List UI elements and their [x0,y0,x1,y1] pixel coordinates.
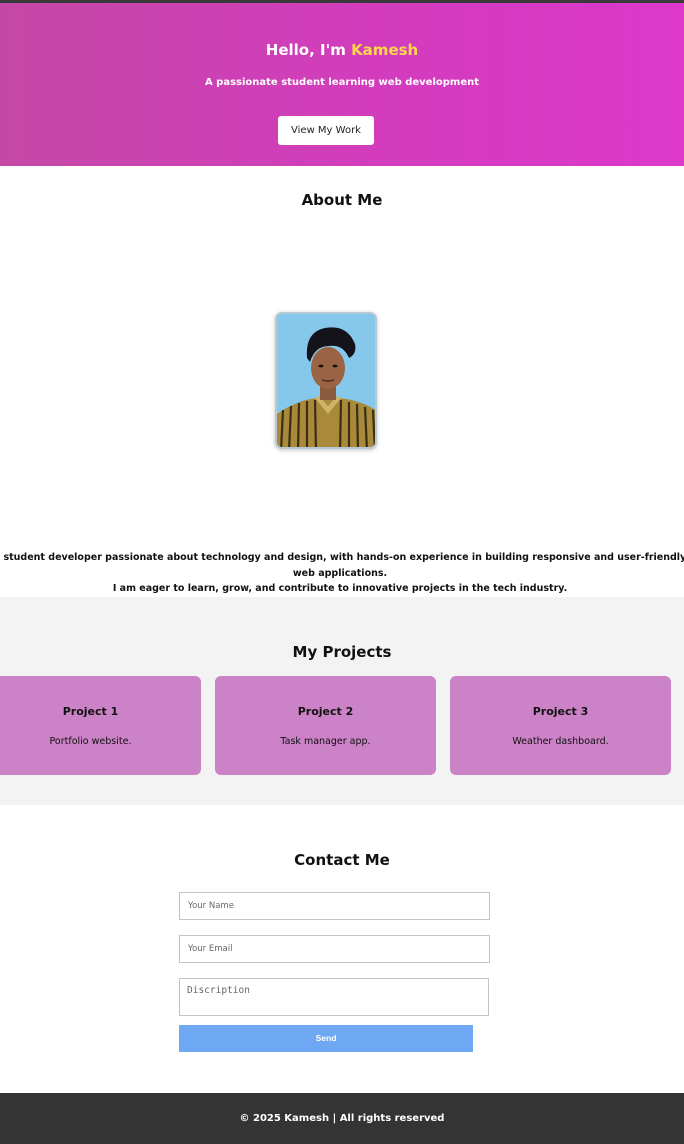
project-title: Project 2 [297,705,354,718]
project-title: Project 3 [532,705,589,718]
send-button[interactable]: Send [179,1025,473,1052]
footer: © 2025 Kamesh | All rights reserved [0,1093,684,1144]
projects-section: My Projects Project 1 Portfolio website.… [0,597,684,805]
projects-title: My Projects [292,643,392,661]
view-my-work-button[interactable]: View My Work [278,116,374,145]
about-line-1: a student developer passionate about tec… [0,552,684,579]
about-line-2: I am eager to learn, grow, and contribut… [112,583,568,594]
project-title: Project 1 [62,705,119,718]
name-field[interactable] [179,892,490,920]
profile-photo-illustration [277,314,375,447]
message-field[interactable] [179,978,489,1016]
about-title: About Me [301,191,383,209]
project-card-3[interactable]: Project 3 Weather dashboard. [450,676,671,775]
project-description: Weather dashboard. [512,736,609,747]
email-field[interactable] [179,935,490,963]
footer-text: © 2025 Kamesh | All rights reserved [239,1113,445,1124]
about-description: a student developer passionate about tec… [0,550,684,597]
profile-photo [275,312,377,449]
project-card-2[interactable]: Project 2 Task manager app. [215,676,436,775]
project-description: Portfolio website. [49,736,132,747]
hero-subtitle: A passionate student learning web develo… [204,77,480,88]
project-description: Task manager app. [280,736,371,747]
hero-name: Kamesh [351,41,419,59]
contact-title: Contact Me [294,851,390,869]
project-card-1[interactable]: Project 1 Portfolio website. [0,676,201,775]
hero-greeting: Hello, I'm [265,41,346,59]
hero-heading: Hello, I'm Kamesh [0,41,684,59]
hero-section: Hello, I'm Kamesh A passionate student l… [0,3,684,166]
